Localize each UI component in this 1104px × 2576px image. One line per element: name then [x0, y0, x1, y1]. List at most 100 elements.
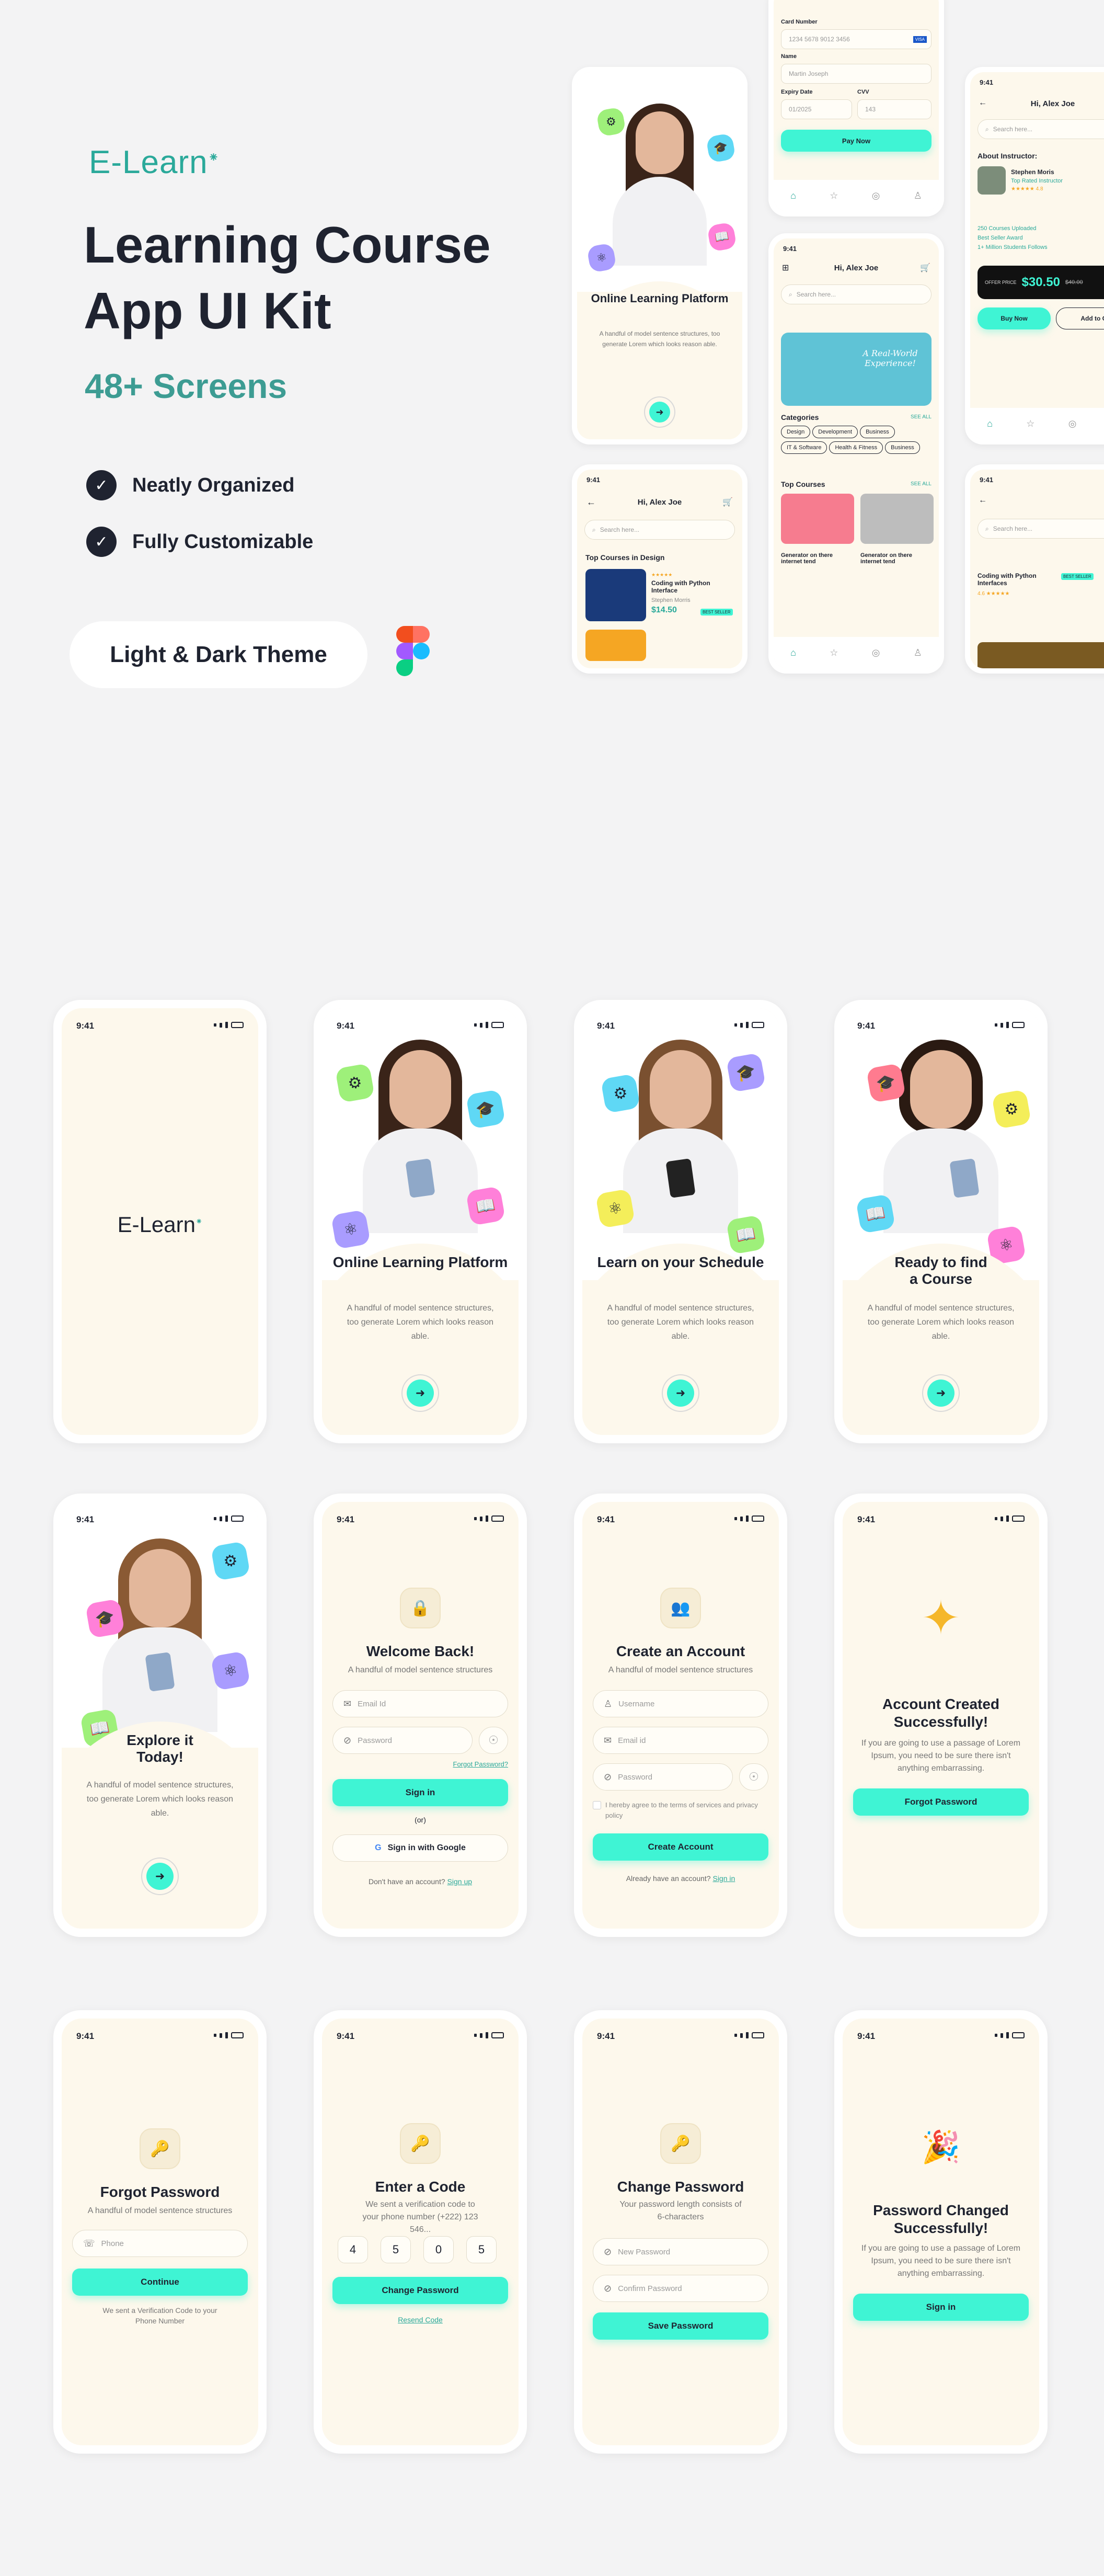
star-icon[interactable]: ☆ — [830, 647, 838, 658]
create-account-button[interactable]: Create Account — [593, 1833, 768, 1861]
course-card[interactable] — [860, 494, 934, 544]
cart-icon[interactable]: 🛒 — [920, 263, 930, 273]
save-password-button[interactable]: Save Password — [593, 2312, 768, 2340]
about-title: About Instructor: — [978, 152, 1038, 160]
chip[interactable]: Business — [885, 441, 920, 454]
change-password-button[interactable]: Change Password — [332, 2277, 508, 2304]
continue-button[interactable]: Continue — [72, 2269, 248, 2296]
profile-icon[interactable]: ♙ — [914, 647, 922, 658]
back-arrow-icon[interactable]: ← — [979, 496, 987, 505]
search-icon: ⌕ — [985, 125, 989, 133]
play-icon[interactable]: ◎ — [1068, 418, 1077, 429]
new-password-field[interactable]: ⊘ New Password — [593, 2238, 768, 2265]
home-icon[interactable]: ⌂ — [790, 647, 796, 658]
greeting: Hi, Alex Joe — [1030, 99, 1075, 108]
password-field[interactable]: ⊘ Password — [593, 1763, 733, 1791]
username-field[interactable]: ♙ Username — [593, 1690, 768, 1717]
sign-in-button[interactable]: Sign in — [853, 2294, 1029, 2321]
promo-banner[interactable]: A Real-World Experience! — [781, 333, 932, 406]
email-field[interactable]: ✉ Email Id — [332, 1690, 508, 1717]
status-time: 9:41 — [783, 245, 797, 253]
star-icon[interactable]: ☆ — [1026, 418, 1034, 429]
chip[interactable]: Health & Fitness — [829, 441, 883, 454]
phone-onboarding-2: 9:41 ⚙ 🎓 ⚛ 📖 Learn on your Schedule A ha… — [574, 1000, 787, 1443]
chip[interactable]: Development — [812, 426, 858, 438]
resend-code-link[interactable]: Resend Code — [327, 2316, 513, 2324]
search-input[interactable]: ⌕ Search here... — [978, 119, 1104, 139]
expiry-input[interactable]: 01/2025 — [781, 99, 852, 119]
add-to-cart-button[interactable]: Add to Cart — [1056, 307, 1104, 329]
pay-now-button[interactable]: Pay Now — [781, 130, 932, 152]
buy-now-button[interactable]: Buy Now — [978, 307, 1051, 329]
course-title[interactable]: Coding with Python Interface — [651, 579, 730, 594]
hero-subtitle: 48+ Screens — [85, 367, 288, 405]
status-icons — [474, 1515, 504, 1522]
phone-icon: ☏ — [83, 2238, 95, 2249]
stars: ★★★★★ 4.8 — [1011, 186, 1043, 192]
eye-off-icon: ⊘ — [604, 1771, 612, 1782]
next-button[interactable]: ➜ — [407, 1380, 434, 1407]
status-icons — [214, 1022, 244, 1028]
card-number-input[interactable]: 1234 5678 9012 3456 VISA — [781, 29, 932, 49]
see-all-link[interactable]: SEE ALL — [911, 481, 932, 487]
chip[interactable]: IT & Software — [781, 441, 827, 454]
code-digit[interactable]: 0 — [423, 2236, 454, 2263]
course-title: Generator on there internet tend — [781, 552, 833, 565]
verification-note: We sent a Verification Code to your Phon… — [102, 2306, 217, 2325]
sign-in-link[interactable]: Sign in — [712, 1874, 735, 1883]
course-thumbnail[interactable] — [585, 569, 646, 621]
page-title: Password Changed Successfully! — [873, 2202, 1009, 2236]
sign-in-button[interactable]: Sign in — [332, 1779, 508, 1806]
code-digit[interactable]: 4 — [338, 2236, 368, 2263]
next-button[interactable]: ➜ — [667, 1380, 694, 1407]
search-input[interactable]: ⌕ Search here... — [584, 520, 735, 540]
mail-icon: ✉ — [343, 1698, 352, 1709]
splash-logo: E-Learn⁕ — [117, 1212, 203, 1237]
course-title: Coding with Python Interfaces — [978, 572, 1037, 587]
phone-field[interactable]: ☏ Phone — [72, 2230, 248, 2257]
status-icons — [995, 2032, 1025, 2038]
fingerprint-button[interactable]: ☉ — [739, 1763, 768, 1791]
avatar — [978, 166, 1006, 195]
best-seller-badge: BEST SELLER — [700, 609, 733, 615]
phone-splash: 9:41 E-Learn⁕ — [53, 1000, 267, 1443]
google-sign-in-button[interactable]: G Sign in with Google — [332, 1834, 508, 1862]
page-title: Welcome Back! — [366, 1643, 475, 1659]
course-thumbnail[interactable] — [978, 642, 1104, 668]
star-icon[interactable]: ☆ — [830, 190, 838, 201]
cart-icon[interactable]: 🛒 — [722, 497, 733, 507]
fingerprint-icon: ☉ — [488, 1734, 499, 1747]
forgot-password-link[interactable]: Forgot Password? — [453, 1760, 509, 1768]
sign-up-link[interactable]: Sign up — [447, 1877, 472, 1886]
code-digit[interactable]: 5 — [381, 2236, 411, 2263]
fingerprint-button[interactable]: ☉ — [479, 1727, 508, 1754]
code-digit[interactable]: 5 — [466, 2236, 497, 2263]
terms-checkbox[interactable] — [593, 1801, 601, 1809]
category-chips: Design Development Business IT & Software H… — [781, 426, 939, 457]
search-input[interactable]: ⌕ Search here... — [978, 519, 1104, 539]
home-icon[interactable]: ⌂ — [790, 190, 796, 201]
profile-icon[interactable]: ♙ — [914, 190, 922, 201]
next-button[interactable]: ➜ — [146, 1863, 174, 1890]
see-all-link[interactable]: SEE ALL — [911, 414, 932, 420]
page-subtitle: A handful of model sentence structures — [348, 1666, 493, 1674]
chip[interactable]: Business — [860, 426, 895, 438]
email-field[interactable]: ✉ Email id — [593, 1727, 768, 1754]
search-input[interactable]: ⌕ Search here... — [781, 284, 932, 304]
status-time: 9:41 — [586, 476, 601, 484]
next-arrow-icon[interactable]: ➜ — [649, 402, 670, 423]
course-card[interactable] — [781, 494, 854, 544]
chip[interactable]: Design — [781, 426, 811, 438]
play-icon[interactable]: ◎ — [872, 190, 880, 201]
home-icon[interactable]: ⌂ — [987, 418, 993, 429]
name-input[interactable]: Martin Joseph — [781, 64, 932, 84]
play-icon[interactable]: ◎ — [872, 647, 880, 658]
next-button[interactable]: ➜ — [927, 1380, 954, 1407]
confirm-password-field[interactable]: ⊘ Confirm Password — [593, 2275, 768, 2302]
password-field[interactable]: ⊘ Password — [332, 1727, 473, 1754]
forgot-password-button[interactable]: Forgot Password — [853, 1788, 1029, 1816]
book-icon: 📖 — [465, 1186, 506, 1226]
status-time: 9:41 — [76, 1514, 95, 1524]
book-icon: 📖 — [726, 1214, 766, 1255]
cvv-input[interactable]: 143 — [857, 99, 932, 119]
